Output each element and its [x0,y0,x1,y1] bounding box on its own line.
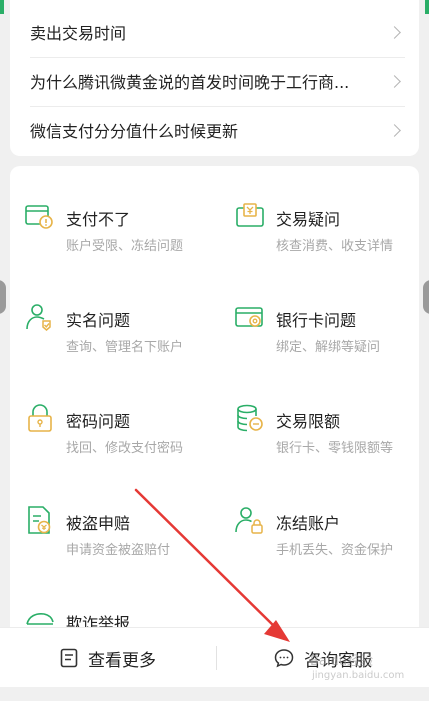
category-title: 密码问题 [66,412,131,431]
document-icon [60,648,78,668]
category-subtitle: 查询、管理名下账户 [66,340,184,355]
category-limit[interactable]: 交易限额 银行卡、零钱限额等 [220,382,419,456]
category-subtitle: 银行卡、零钱限额等 [276,441,394,456]
category-subtitle: 找回、修改支付密码 [66,441,184,456]
category-title: 被盗申赔 [66,514,131,533]
lock-icon [28,404,52,432]
scroll-handle-right [423,280,429,314]
chat-bubble-icon [274,649,294,668]
faq-item-gold-launch[interactable]: 为什么腾讯微黄金说的首发时间晚于工行商... [30,57,405,105]
coins-stack-icon [237,404,263,432]
faq-item-score-update[interactable]: 微信支付分分值什么时候更新 [30,106,405,154]
faq-item-sell-time[interactable]: 卖出交易时间 [30,8,405,56]
category-title: 冻结账户 [276,514,341,533]
category-title: 实名问题 [66,311,131,330]
accent-edge-right [425,0,429,14]
category-payment-failed[interactable]: 支付不了 账户受限、冻结问题 [10,180,210,254]
faq-item-label: 为什么腾讯微黄金说的首发时间晚于工行商... [30,73,350,92]
category-subtitle: 手机丢失、资金保护 [276,543,394,558]
watermark-url: jingyan.baidu.com [312,670,405,681]
category-title: 支付不了 [66,210,131,229]
user-check-icon [26,304,51,331]
category-transaction-query[interactable]: 交易疑问 核查消费、收支详情 [220,180,419,254]
category-subtitle: 申请资金被盗赔付 [66,543,171,558]
category-subtitle: 核查消费、收支详情 [276,239,394,254]
category-title: 银行卡问题 [276,311,357,330]
category-password[interactable]: 密码问题 找回、修改支付密码 [10,382,210,456]
scroll-handle-left [0,280,6,314]
view-more-label: 查看更多 [88,650,156,671]
accent-edge-left [0,0,4,14]
bottom-strip [0,687,429,701]
faq-item-label: 卖出交易时间 [30,24,127,43]
watermark-logo-text: Baidu经验 [310,654,373,669]
card-warning-icon [25,205,53,229]
bank-card-gear-icon [235,307,263,327]
chevron-right-icon [388,25,401,39]
category-bank-card[interactable]: 银行卡问题 绑定、解绑等疑问 [220,281,419,355]
category-freeze-account[interactable]: 冻结账户 手机丢失、资金保护 [220,484,419,558]
chevron-right-icon [388,74,401,88]
faq-card: 卖出交易时间 为什么腾讯微黄金说的首发时间晚于工行商... 微信支付分分值什么时… [10,0,419,156]
category-title: 交易疑问 [276,210,341,229]
help-categories-card: 支付不了 账户受限、冻结问题 交易疑问 核查消费、收支详情 实名问题 查询、管理… [10,166,419,686]
receipt-yen-icon [236,203,264,227]
user-lock-icon [235,507,263,534]
category-title: 交易限额 [276,412,341,431]
category-real-name[interactable]: 实名问题 查询、管理名下账户 [10,281,210,355]
chevron-right-icon [388,123,401,137]
category-subtitle: 账户受限、冻结问题 [66,239,184,254]
view-more-button[interactable]: 查看更多 [0,628,216,688]
faq-item-label: 微信支付分分值什么时候更新 [30,122,239,141]
category-subtitle: 绑定、解绑等疑问 [276,340,381,355]
document-claim-icon [28,506,51,534]
category-theft-claim[interactable]: 被盗申赔 申请资金被盗赔付 [10,484,210,558]
